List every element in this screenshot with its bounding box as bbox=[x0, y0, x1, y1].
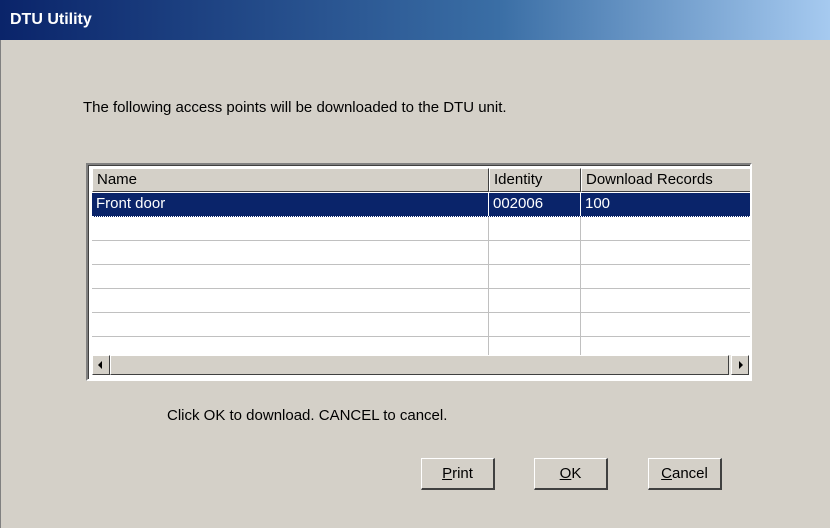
column-header-name[interactable]: Name bbox=[92, 168, 489, 192]
window-border bbox=[0, 40, 1, 528]
ok-mnemonic: O bbox=[559, 464, 572, 482]
title-bar: DTU Utility bbox=[0, 0, 830, 40]
scroll-thumb[interactable] bbox=[110, 355, 729, 375]
instruction-text: The following access points will be down… bbox=[83, 99, 507, 116]
print-button[interactable]: Print bbox=[421, 458, 495, 490]
empty-row bbox=[92, 289, 750, 313]
cancel-label: ancel bbox=[671, 464, 708, 482]
empty-row bbox=[92, 217, 750, 241]
cancel-mnemonic: C bbox=[661, 464, 672, 482]
scroll-left-button[interactable] bbox=[92, 355, 110, 375]
footer-instruction: Click OK to download. CANCEL to cancel. bbox=[167, 407, 448, 424]
cell-identity: 002006 bbox=[489, 193, 581, 216]
empty-row bbox=[92, 265, 750, 289]
ok-button[interactable]: OK bbox=[534, 458, 608, 490]
scroll-right-button[interactable] bbox=[731, 355, 749, 375]
access-points-list[interactable]: Name Identity Download Records Front doo… bbox=[86, 163, 752, 381]
window-title: DTU Utility bbox=[10, 11, 92, 28]
ok-label: K bbox=[571, 464, 582, 482]
empty-row bbox=[92, 241, 750, 265]
arrow-right-icon bbox=[739, 361, 743, 369]
arrow-left-icon bbox=[98, 361, 102, 369]
horizontal-scrollbar[interactable] bbox=[92, 355, 749, 375]
table-row[interactable]: Front door 002006 100 bbox=[92, 193, 750, 217]
list-header: Name Identity Download Records bbox=[92, 168, 750, 192]
print-mnemonic: P bbox=[442, 464, 453, 482]
cancel-button[interactable]: Cancel bbox=[648, 458, 722, 490]
column-header-download-records[interactable]: Download Records bbox=[581, 168, 750, 192]
empty-row bbox=[92, 313, 750, 337]
cell-name: Front door bbox=[92, 193, 489, 216]
cell-records: 100 bbox=[581, 193, 750, 216]
print-label: rint bbox=[452, 464, 473, 482]
column-header-identity[interactable]: Identity bbox=[489, 168, 581, 192]
